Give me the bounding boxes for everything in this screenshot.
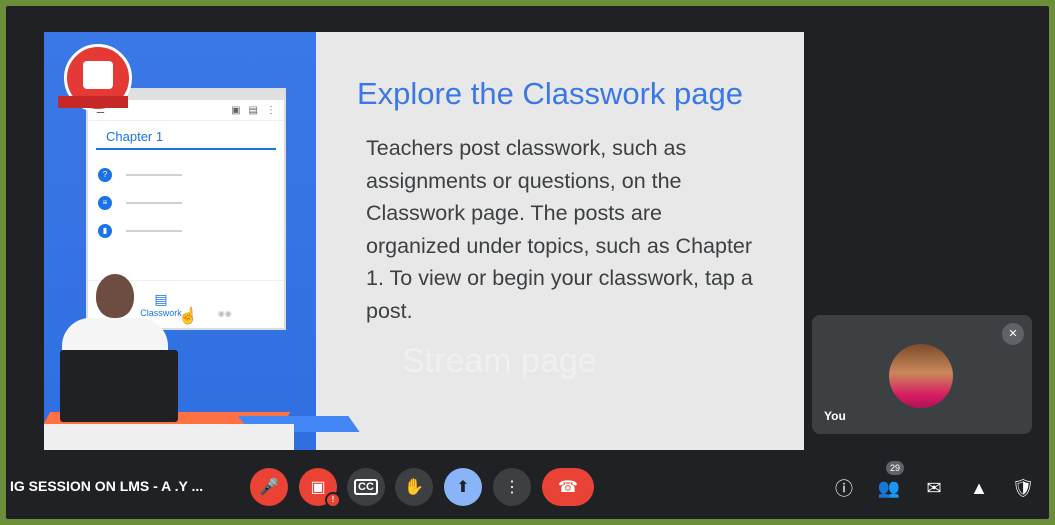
participant-tile-self[interactable]: ✕ You <box>812 315 1032 434</box>
material-icon: ▮ <box>98 224 112 238</box>
avatar <box>889 344 953 408</box>
more-options-button[interactable]: ⋮ <box>493 468 531 506</box>
warning-badge: ! <box>325 492 341 508</box>
raise-hand-button[interactable]: ✋ <box>395 468 433 506</box>
hand-icon: ✋ <box>404 479 424 496</box>
desk-surface <box>44 424 294 450</box>
participant-count-badge: 29 <box>886 461 904 475</box>
present-screen-icon: ⬆ <box>456 479 470 496</box>
host-controls-button[interactable]: 🛡 <box>1009 474 1037 502</box>
ghost-text: Stream page <box>402 342 597 380</box>
people-button[interactable]: 👥 <box>875 474 903 502</box>
chapter-heading: Chapter 1 <box>96 121 276 150</box>
meeting-details-button[interactable]: ⓘ <box>830 474 858 502</box>
mic-off-icon: ✕ <box>1002 323 1024 345</box>
captions-button[interactable]: CC <box>347 468 385 506</box>
classwork-icon: ▤ <box>154 291 168 307</box>
activities-button[interactable]: ▲ <box>965 474 993 502</box>
logo-ribbon <box>58 96 128 108</box>
info-icon: ⓘ <box>835 479 853 499</box>
camera-toggle-button[interactable]: ▣ ! <box>299 468 341 508</box>
nav-classwork: ▤ Classwork <box>140 291 182 318</box>
more-vert-icon: ⋮ <box>504 479 520 496</box>
shield-lock-icon: 🛡 <box>1011 477 1035 498</box>
slide-title: Explore the Classwork page <box>357 76 743 111</box>
meeting-title: IG SESSION ON LMS - A .Y ... <box>10 478 204 494</box>
mic-off-icon: 🎤 <box>259 479 279 496</box>
activities-icon: ▲ <box>970 477 988 498</box>
hand-cursor-icon: ☝ <box>178 308 198 325</box>
assignment-icon: ≡ <box>98 196 112 210</box>
slide-blue-panel: ☰ ▣ ▤ ⋮ Chapter 1 ? ≡ ▮ ▤ Classwork <box>44 32 360 450</box>
list-item: ▮ <box>98 224 274 238</box>
video-icon: ▣ <box>231 104 241 116</box>
call-end-icon: ☎ <box>558 479 578 496</box>
laptop <box>60 350 178 422</box>
mic-toggle-button[interactable]: 🎤 <box>250 468 288 506</box>
list-item: ? <box>98 168 274 182</box>
end-call-button[interactable]: ☎ <box>542 468 594 506</box>
slide-body: Teachers post classwork, such as assignm… <box>366 136 753 323</box>
book-icon <box>83 61 113 89</box>
shared-screen: ☰ ▣ ▤ ⋮ Chapter 1 ? ≡ ▮ ▤ Classwork <box>44 32 804 450</box>
question-icon: ? <box>98 168 112 182</box>
participant-name: You <box>824 409 846 423</box>
presenter-head <box>96 274 134 318</box>
more-vert-icon: ⋮ <box>266 104 276 116</box>
chat-icon: ✉ <box>926 477 942 498</box>
closed-caption-icon: CC <box>354 479 378 495</box>
present-button[interactable]: ⬆ <box>444 468 482 506</box>
meet-window: ☰ ▣ ▤ ⋮ Chapter 1 ? ≡ ▮ ▤ Classwork <box>6 6 1049 519</box>
nav-people-icon: ◉◉ <box>217 309 232 318</box>
clipboard-icon: ▤ <box>248 104 258 116</box>
classwork-list: ? ≡ ▮ <box>88 150 284 262</box>
list-item: ≡ <box>98 196 274 210</box>
people-icon: 👥 <box>877 477 901 498</box>
chat-button[interactable]: ✉ <box>920 474 948 502</box>
videocam-off-icon: ▣ <box>310 479 326 496</box>
